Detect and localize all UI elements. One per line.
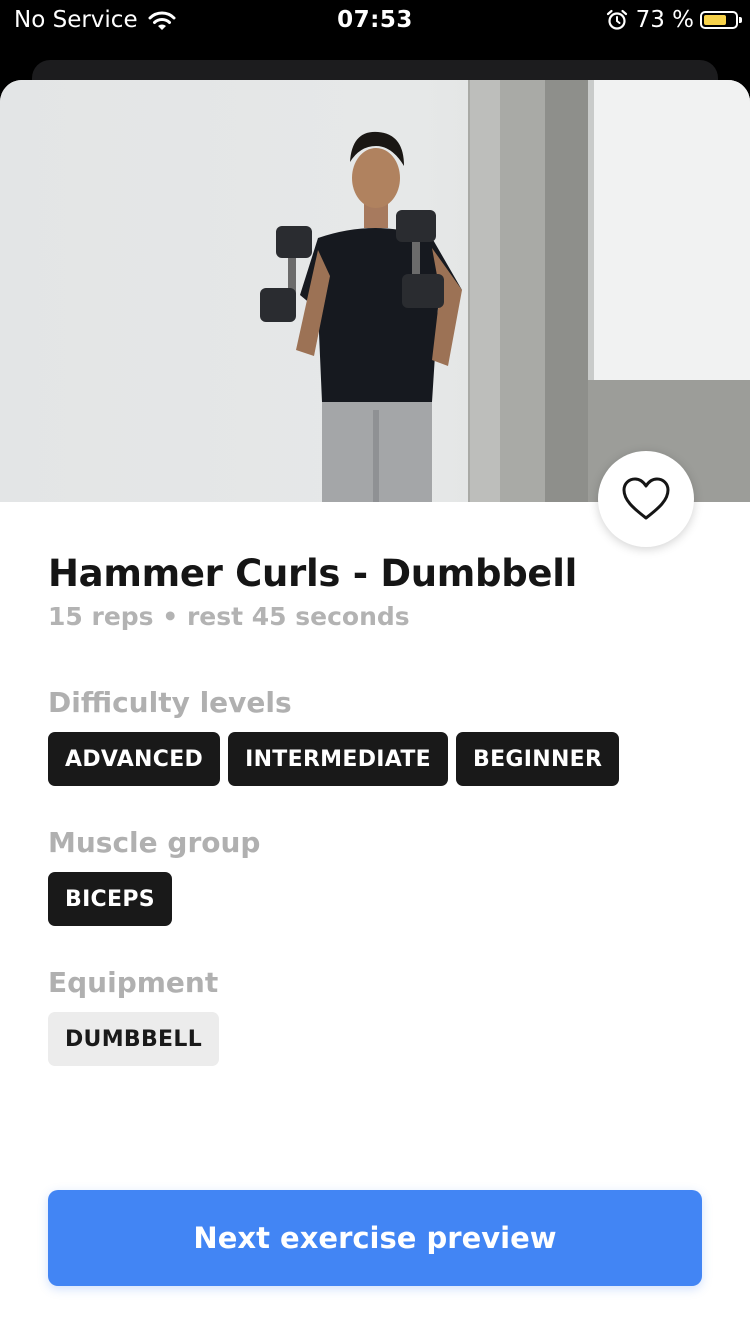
battery-icon: [700, 11, 742, 29]
exercise-subtitle: 15 reps • rest 45 seconds: [48, 602, 410, 631]
chip-biceps: BICEPS: [48, 872, 172, 926]
favorite-button[interactable]: [598, 451, 694, 547]
chip-dumbbell: DUMBBELL: [48, 1012, 220, 1066]
chip-intermediate: INTERMEDIATE: [228, 732, 449, 786]
chip-beginner: BEGINNER: [456, 732, 620, 786]
exercise-illustration: [260, 80, 750, 502]
equipment-label: Equipment: [48, 966, 219, 999]
battery-percent: 73 %: [635, 7, 694, 33]
muscle-group-chips: BICEPS: [48, 872, 180, 926]
status-bar: No Service 07:53 73 %: [0, 0, 750, 42]
equipment-chips: DUMBBELL: [48, 1012, 227, 1066]
exercise-sheet: Hammer Curls - Dumbbell 15 reps • rest 4…: [0, 80, 750, 1334]
muscle-group-label: Muscle group: [48, 826, 261, 859]
exercise-title: Hammer Curls - Dumbbell: [48, 552, 577, 595]
status-right: 73 %: [606, 7, 742, 33]
next-exercise-button[interactable]: Next exercise preview: [48, 1190, 702, 1286]
battery-fill: [704, 15, 726, 25]
heart-outline-icon: [622, 477, 670, 520]
exercise-photo: [0, 80, 750, 502]
difficulty-label: Difficulty levels: [48, 686, 292, 719]
alarm-icon: [606, 9, 627, 30]
chip-advanced: ADVANCED: [48, 732, 221, 786]
difficulty-chips: ADVANCED INTERMEDIATE BEGINNER: [48, 732, 627, 786]
